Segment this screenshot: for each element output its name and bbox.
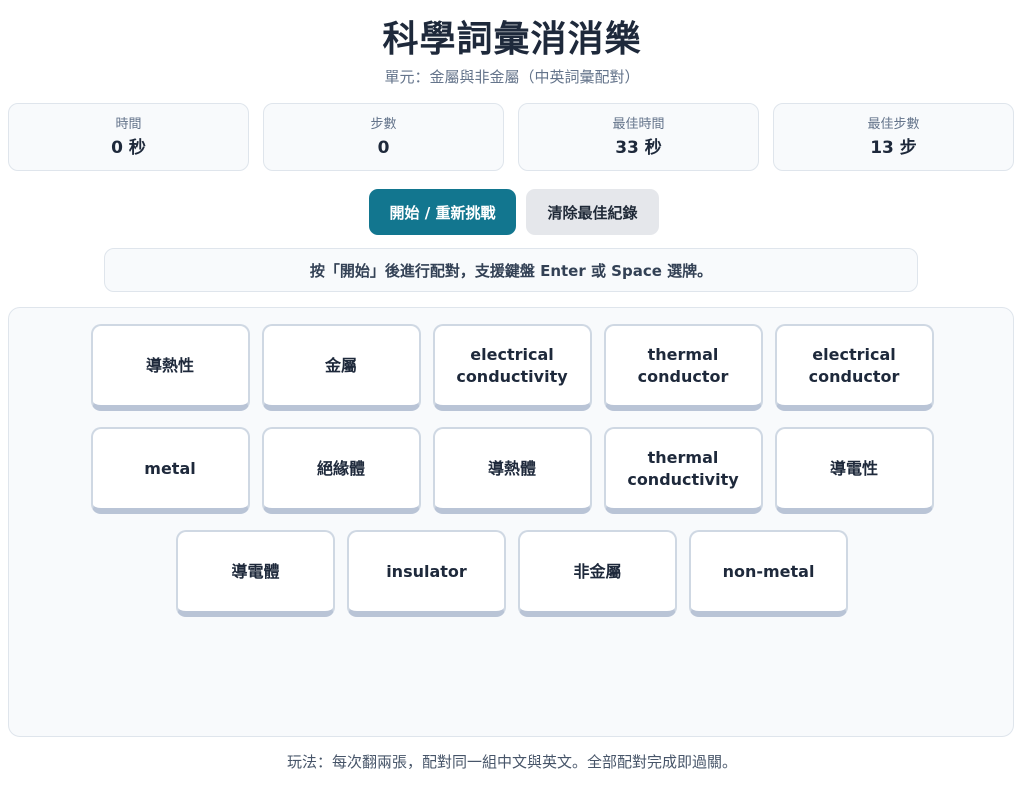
rules-footer: 玩法：每次翻兩張，配對同一組中文與英文。全部配對完成即過關。 (286, 753, 737, 771)
card[interactable]: electrical conductor (774, 324, 934, 411)
stat-moves-label: 步數 (370, 117, 397, 132)
clear-best-button[interactable]: 清除最佳紀錄 (526, 189, 659, 235)
unit-subtitle: 單元：金屬與非金屬（中英詞彙配對） (384, 68, 640, 86)
stat-best-time-value: 33 秒 (615, 138, 662, 158)
card[interactable]: insulator (347, 530, 506, 617)
stat-best-moves: 最佳步數 13 步 (773, 103, 1014, 171)
card[interactable]: non-metal (689, 530, 848, 617)
card[interactable]: electrical conductivity (432, 324, 592, 411)
stat-moves: 步數 0 (263, 103, 504, 171)
card[interactable]: 非金屬 (518, 530, 677, 617)
controls: 開始 / 重新挑戰 清除最佳紀錄 (0, 189, 1024, 236)
card[interactable]: 導電體 (176, 530, 335, 617)
card[interactable]: 導電性 (774, 427, 934, 514)
stats-bar: 時間 0 秒 步數 0 最佳時間 33 秒 最佳步數 13 步 (8, 103, 1014, 173)
stat-time-value: 0 秒 (111, 138, 146, 158)
start-button[interactable]: 開始 / 重新挑戰 (369, 189, 516, 235)
stat-best-time: 最佳時間 33 秒 (518, 103, 759, 171)
stat-time: 時間 0 秒 (8, 103, 249, 171)
stat-best-time-label: 最佳時間 (612, 117, 665, 132)
stat-time-label: 時間 (115, 117, 142, 132)
game-board: 導熱性 金屬 electrical conductivity thermal c… (8, 307, 1014, 737)
stat-moves-value: 0 (377, 138, 390, 158)
card[interactable]: thermal conductivity (603, 427, 763, 514)
page-title: 科學詞彙消消樂 (382, 19, 642, 60)
game-page: 科學詞彙消消樂 單元：金屬與非金屬（中英詞彙配對） 時間 0 秒 步數 0 最佳… (0, 0, 1024, 787)
stat-best-moves-label: 最佳步數 (867, 117, 920, 132)
card[interactable]: 導熱體 (432, 427, 592, 514)
card-grid: 導熱性 金屬 electrical conductivity thermal c… (89, 324, 935, 617)
card[interactable]: metal (90, 427, 250, 514)
stat-best-moves-value: 13 步 (870, 138, 917, 158)
card[interactable]: 導熱性 (90, 324, 250, 411)
card[interactable]: thermal conductor (603, 324, 763, 411)
card[interactable]: 絕緣體 (261, 427, 421, 514)
card[interactable]: 金屬 (261, 324, 421, 411)
status-message: 按「開始」後進行配對，支援鍵盤 Enter 或 Space 選牌。 (104, 248, 918, 292)
